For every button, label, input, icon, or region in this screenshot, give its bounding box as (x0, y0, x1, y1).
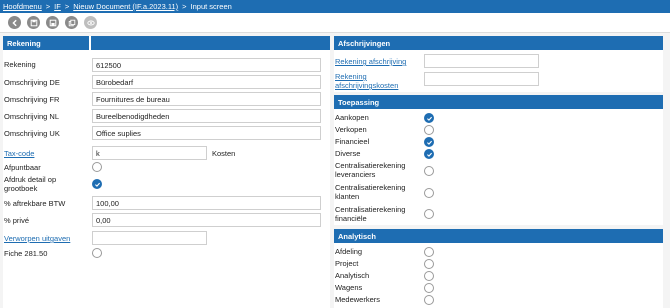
afpuntbaar-label: Afpuntbaar (4, 163, 41, 172)
back-icon[interactable] (8, 16, 21, 29)
omschrijving-fr-input[interactable]: Fournitures de bureau (92, 92, 321, 106)
taxcode-input[interactable]: k (92, 146, 207, 160)
save-icon[interactable] (27, 16, 40, 29)
aftrekbare-btw-label: % aftrekbare BTW (4, 199, 66, 208)
rekening-input[interactable]: 612500 (92, 58, 321, 72)
account-header-spacer (91, 36, 330, 50)
taxcode-link[interactable]: Tax-code (4, 149, 34, 158)
aankopen-label: Aankopen (335, 113, 369, 122)
fiche-label: Fiche 281.50 (4, 249, 48, 258)
afdruk-detail-label: Afdruk detail op grootboek (4, 175, 57, 193)
breadcrumb-separator: > (45, 2, 51, 11)
view-icon[interactable] (84, 16, 97, 29)
rekening-afschrijvingskosten-link[interactable]: Rekening afschrijvingskosten (335, 72, 420, 90)
financieel-checkbox[interactable] (424, 137, 434, 147)
medewerkers-label: Medewerkers (335, 295, 381, 304)
toepassing-header: Toepassing (334, 95, 663, 109)
breadcrumb-hoofdmenu[interactable]: Hoofdmenu (3, 2, 42, 11)
toolbar (0, 13, 670, 33)
aankopen-checkbox[interactable] (424, 113, 434, 123)
medewerkers-checkbox[interactable] (424, 295, 434, 305)
aftrekbare-btw-input[interactable]: 100,00 (92, 196, 321, 210)
verworpen-uitgaven-input[interactable] (92, 231, 207, 245)
analytisch-label: Analytisch (335, 271, 370, 280)
centralisatie-klanten-checkbox[interactable] (424, 188, 434, 198)
prive-label: % privé (4, 216, 30, 225)
afdruk-detail-checkbox[interactable] (92, 179, 102, 189)
taxcode-description: Kosten (212, 149, 236, 158)
afdeling-checkbox[interactable] (424, 247, 434, 257)
rekening-afschrijving-input[interactable] (424, 54, 539, 68)
centralisatie-klanten-label: Centralisatierekening klanten (335, 183, 406, 201)
verkopen-label: Verkopen (335, 125, 367, 134)
afpuntbaar-checkbox[interactable] (92, 162, 102, 172)
omschrijving-fr-label: Omschrijving FR (4, 95, 60, 104)
breadcrumb-separator: > (182, 2, 187, 11)
diverse-label: Diverse (335, 149, 361, 158)
centralisatie-leveranciers-label: Centralisatierekening leveranciers (335, 161, 406, 179)
breadcrumb-document[interactable]: Nieuw Document (IF.a.2023.11) (73, 2, 178, 11)
fiche-checkbox[interactable] (92, 248, 102, 258)
save-as-icon[interactable] (46, 16, 59, 29)
omschrijving-uk-label: Omschrijving UK (4, 129, 60, 138)
breadcrumb-if[interactable]: IF (54, 2, 61, 11)
copy-icon[interactable] (65, 16, 78, 29)
diverse-checkbox[interactable] (424, 149, 434, 159)
analytisch-header: Analytisch (334, 229, 663, 243)
rekening-label: Rekening (4, 60, 36, 69)
omschrijving-uk-input[interactable]: Office suplies (92, 126, 321, 140)
project-label: Project (335, 259, 359, 268)
wagens-checkbox[interactable] (424, 283, 434, 293)
financieel-label: Financieel (335, 137, 370, 146)
omschrijving-nl-input[interactable]: Bureelbenodigdheden (92, 109, 321, 123)
rekening-afschrijvingskosten-input[interactable] (424, 72, 539, 86)
verworpen-uitgaven-link[interactable]: Verworpen uitgaven (4, 234, 70, 243)
project-checkbox[interactable] (424, 259, 434, 269)
verkopen-checkbox[interactable] (424, 125, 434, 135)
breadcrumb-separator: > (64, 2, 70, 11)
omschrijving-de-label: Omschrijving DE (4, 78, 60, 87)
breadcrumb-current: Input screen (190, 2, 232, 11)
omschrijving-nl-label: Omschrijving NL (4, 112, 60, 121)
omschrijving-de-input[interactable]: Bürobedarf (92, 75, 321, 89)
centralisatie-financiele-checkbox[interactable] (424, 209, 434, 219)
centralisatie-leveranciers-checkbox[interactable] (424, 166, 434, 176)
afdeling-label: Afdeling (335, 247, 363, 256)
centralisatie-financiele-label: Centralisatierekening financiële (335, 205, 406, 223)
analytisch-checkbox[interactable] (424, 271, 434, 281)
rekening-afschrijving-link[interactable]: Rekening afschrijving (335, 57, 406, 66)
afschrijvingen-header: Afschrijvingen (334, 36, 663, 50)
wagens-label: Wagens (335, 283, 363, 292)
account-header: Rekening (3, 36, 89, 50)
breadcrumb: Hoofdmenu > IF > Nieuw Document (IF.a.20… (0, 0, 670, 13)
prive-input[interactable]: 0,00 (92, 213, 321, 227)
